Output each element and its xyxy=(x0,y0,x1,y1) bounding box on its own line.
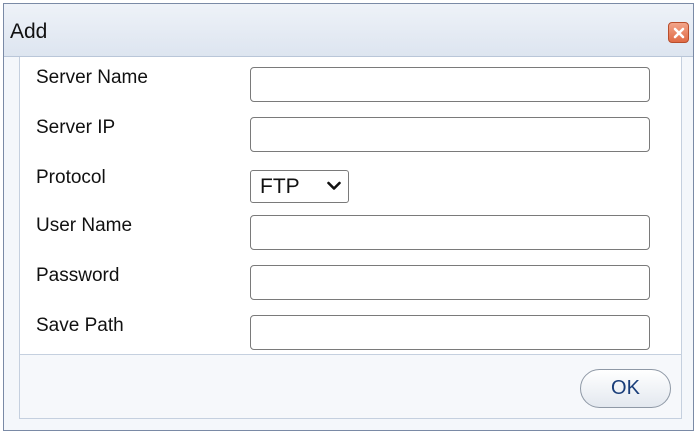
close-icon xyxy=(673,27,685,39)
save-path-input[interactable] xyxy=(250,315,650,350)
row-user-name: User Name xyxy=(20,215,681,255)
server-ip-input[interactable] xyxy=(250,117,650,152)
row-save-path: Save Path xyxy=(20,315,681,355)
chevron-down-icon xyxy=(327,181,341,190)
password-input[interactable] xyxy=(250,265,650,300)
server-name-label: Server Name xyxy=(36,67,148,88)
add-dialog: Add Server Name Server IP Protocol FTP U… xyxy=(3,3,694,431)
save-path-label: Save Path xyxy=(36,315,124,336)
close-button[interactable] xyxy=(668,22,689,43)
server-name-input[interactable] xyxy=(250,67,650,102)
dialog-footer: OK xyxy=(19,355,682,419)
row-password: Password xyxy=(20,265,681,305)
server-ip-label: Server IP xyxy=(36,117,116,138)
password-label: Password xyxy=(36,265,120,286)
dialog-title: Add xyxy=(10,20,48,43)
form-area: Server Name Server IP Protocol FTP User … xyxy=(19,57,682,355)
protocol-select[interactable]: FTP xyxy=(250,170,349,203)
ok-button[interactable]: OK xyxy=(580,369,671,408)
user-name-label: User Name xyxy=(36,215,133,236)
dialog-titlebar[interactable]: Add xyxy=(4,4,693,57)
row-protocol: Protocol FTP xyxy=(20,167,681,207)
user-name-input[interactable] xyxy=(250,215,650,250)
protocol-label: Protocol xyxy=(36,167,106,188)
row-server-name: Server Name xyxy=(20,67,681,107)
protocol-selected-value: FTP xyxy=(260,175,300,198)
row-server-ip: Server IP xyxy=(20,117,681,157)
